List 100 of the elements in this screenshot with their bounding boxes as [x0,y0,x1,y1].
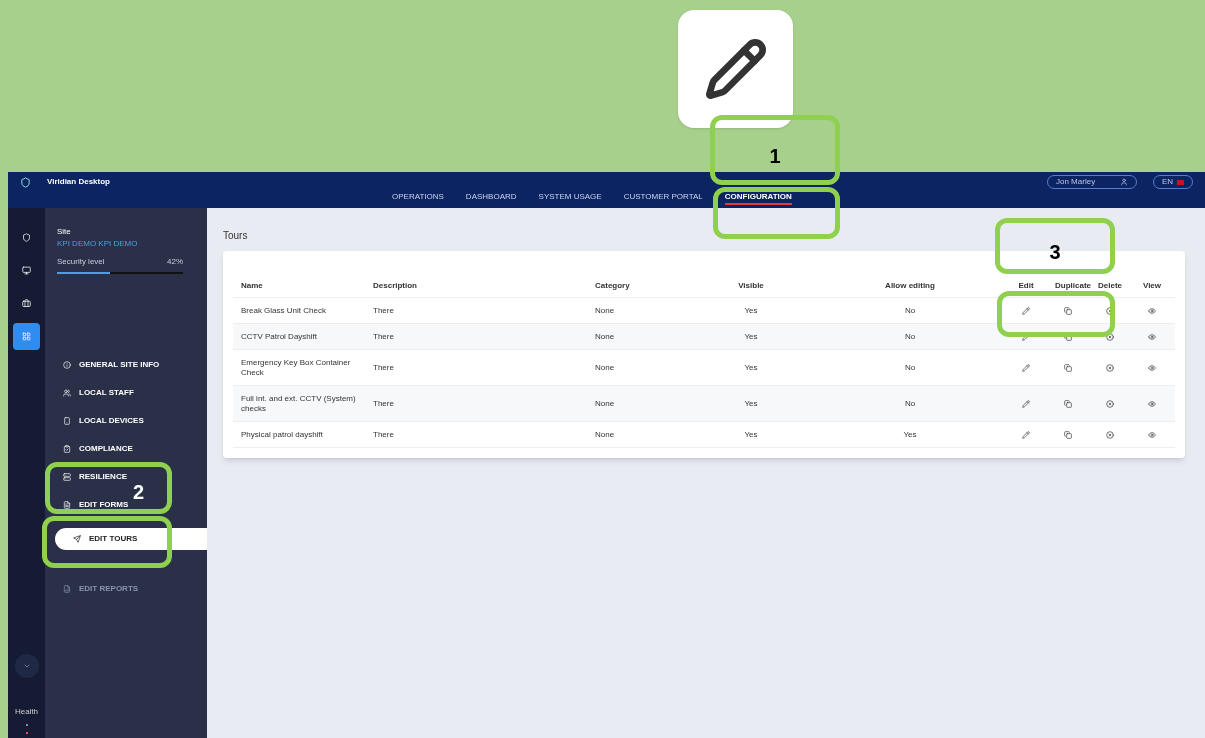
callout-number: 1 [769,144,781,169]
nav-tab[interactable]: SYSTEM USAGE [538,192,602,205]
report-icon [63,585,71,593]
edit-icon [1022,306,1030,315]
table-cell-text: Yes [743,429,759,440]
table-cell-text: CCTV Patrol Dayshift [240,331,319,342]
sidebar-item[interactable]: LOCAL STAFF [45,382,207,404]
table-cell-text: No [903,362,917,373]
sidebar-item[interactable]: GENERAL SITE INFO [45,354,207,376]
edit-icon [1022,430,1030,439]
flag-icon [1177,179,1184,185]
delete-button[interactable] [1105,398,1115,409]
health-label: Health [14,706,39,718]
table-cell-text: There [372,305,395,316]
delete-icon [1106,363,1114,372]
table-cell-text: Break Glass Unit Check [240,305,327,316]
view-button[interactable] [1147,331,1157,342]
delete-icon [1106,332,1114,341]
copy-icon [1064,363,1072,372]
security-label: Security level [57,256,105,268]
column-header: Duplicate [1054,280,1089,292]
table-cell-text: No [903,305,917,316]
view-button[interactable] [1147,429,1157,440]
column-header: Edit [1017,280,1035,292]
server-icon [63,473,71,481]
table-cell-text: None [594,305,616,316]
table-cell-text: Physical patrol dayshift [240,429,324,440]
clipboard-icon [63,445,71,453]
view-icon [1148,363,1156,372]
delete-button[interactable] [1105,429,1115,440]
view-icon [1148,399,1156,408]
table-cell-text: Emergency Key Box Container Check [240,357,352,378]
column-header: View [1141,280,1163,292]
view-icon [1148,332,1156,341]
table-cell-text: There [372,331,395,342]
table-cell-text: No [903,398,917,409]
table-cell-text: None [594,429,616,440]
copy-button[interactable] [1063,398,1073,409]
sidebar-item[interactable]: COMPLIANCE [45,438,207,460]
table-cell-text: None [594,331,616,342]
table-cell-text: There [372,362,395,373]
table-cell-text: There [372,398,395,409]
column-header: Name [240,280,264,292]
site-name: KPI DEMO KPI DEMO [57,238,139,250]
app-title: Viridian Desktop [47,176,110,188]
table-cell-text: None [594,398,616,409]
edit-icon [1022,363,1030,372]
view-icon [1148,306,1156,315]
table-cell-text: No [903,331,917,342]
nav-tab[interactable]: OPERATIONS [392,192,444,205]
view-button[interactable] [1147,305,1157,316]
document-icon [63,501,71,509]
phone-icon [63,417,71,425]
table-cell-text: There [372,429,395,440]
delete-icon [1106,399,1114,408]
security-value: 42% [167,256,183,268]
nav-tab[interactable]: CONFIGURATION [724,192,792,205]
column-header: Visible [737,280,765,292]
sidebar-item[interactable]: EDIT TOURS [55,528,207,550]
page-title: Tours [223,229,249,243]
shield-icon [22,233,31,242]
edit-button[interactable] [1021,398,1031,409]
table-cell-text: Yes [743,305,759,316]
column-header: Description [372,280,418,292]
people-icon [63,389,71,397]
briefcase-icon [22,299,31,308]
info-icon [63,361,71,369]
copy-icon [1064,306,1072,315]
column-header: Category [594,280,631,292]
site-label: Site [57,226,72,238]
callout-number: 3 [1049,240,1061,265]
delete-button[interactable] [1105,331,1115,342]
callout-number: 2 [132,480,145,505]
nav-tab[interactable]: DASHBOARD [465,192,517,205]
nav-tab[interactable]: CUSTOMER PORTAL [623,192,703,205]
delete-icon [1106,430,1114,439]
shield-logo-icon [20,176,31,188]
pencil-tile-icon [678,10,793,128]
table-cell-text: Yes [743,362,759,373]
table-cell-text: Yes [902,429,918,440]
view-button[interactable] [1147,398,1157,409]
view-button[interactable] [1147,362,1157,373]
column-header: Allow editing [884,280,936,292]
chevron-icon [22,662,31,670]
table-cell-text: Full int. and ext. CCTV (System) checks [240,393,357,414]
sidebar-item[interactable]: LOCAL DEVICES [45,410,207,432]
copy-icon [1064,430,1072,439]
copy-button[interactable] [1063,429,1073,440]
paper-plane-icon [73,535,81,543]
edit-button[interactable] [1021,305,1031,316]
grid-rail-button[interactable] [13,323,40,350]
user-icon [1120,178,1128,186]
copy-icon [1064,399,1072,408]
copy-button[interactable] [1063,305,1073,316]
monitor-icon [22,266,31,275]
edit-button[interactable] [1021,362,1031,373]
copy-button[interactable] [1063,362,1073,373]
delete-button[interactable] [1105,362,1115,373]
edit-icon [1022,399,1030,408]
edit-button[interactable] [1021,429,1031,440]
